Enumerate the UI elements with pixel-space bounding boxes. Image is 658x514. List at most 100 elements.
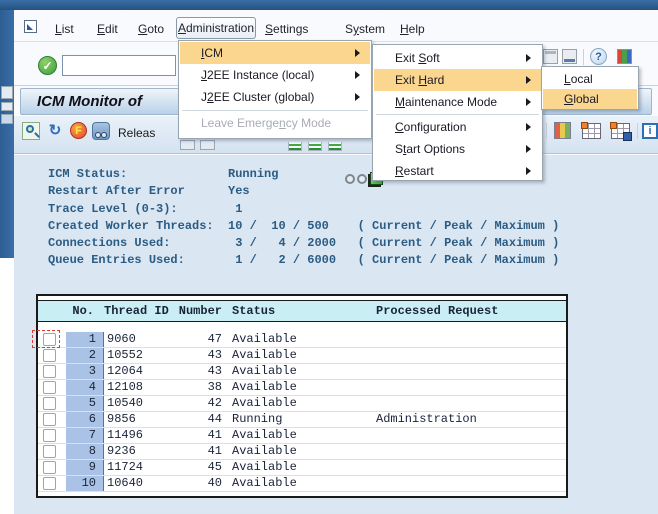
menu-item-j2ee-cluster-global[interactable]: J2EE Cluster (global) (180, 86, 370, 108)
clipped-sort-button[interactable] (288, 142, 302, 151)
choose-layout-icon[interactable] (554, 122, 571, 139)
row-checkbox[interactable] (43, 477, 56, 490)
cell-status: Available (222, 460, 376, 475)
table-row[interactable]: 8923641Available (38, 444, 566, 460)
magnifier-handle (34, 132, 40, 138)
status-line-connections: Connections Used: 3 / 4 / 2000 ( Current… (48, 235, 559, 252)
status-line-worker-threads: Created Worker Threads: 10 / 10 / 500 ( … (48, 218, 559, 235)
header-number[interactable]: Number (158, 304, 222, 318)
select-cell (38, 364, 66, 379)
cell-thread-id: 12064 (104, 364, 196, 379)
row-checkbox[interactable] (43, 445, 56, 458)
background-window-top-edge (0, 0, 658, 10)
cell-no: 10 (66, 476, 104, 491)
row-checkbox[interactable] (43, 397, 56, 410)
submenu-arrow-icon (526, 54, 531, 62)
cell-status: Running (222, 412, 376, 427)
table-row[interactable]: 101064040Available (38, 476, 566, 492)
cell-status: Available (222, 444, 376, 459)
cell-status: Available (222, 364, 376, 379)
cell-processed-request (376, 428, 566, 443)
table-row[interactable]: 91172445Available (38, 460, 566, 476)
table-row[interactable]: 71149641Available (38, 428, 566, 444)
table-row[interactable]: 6985644RunningAdministration (38, 412, 566, 428)
trace-f-icon[interactable] (70, 122, 87, 139)
cell-processed-request (376, 364, 566, 379)
cell-number: 40 (196, 476, 222, 491)
clipped-sort-button[interactable] (308, 142, 322, 151)
menu-item-local[interactable]: Local (543, 69, 637, 89)
new-session-icon[interactable] (543, 49, 558, 64)
select-cell (38, 348, 66, 363)
menubar-item-administration[interactable]: Administration (176, 17, 256, 39)
menubar-item-help[interactable]: Help (400, 22, 425, 36)
clipped-toolbar-button[interactable] (180, 140, 195, 150)
clipped-toolbar-button[interactable] (200, 140, 215, 150)
menu-item-exit-soft[interactable]: Exit Soft (374, 47, 541, 69)
table-row[interactable]: 41210838Available (38, 380, 566, 396)
change-layout-icon[interactable] (582, 123, 601, 139)
menu-item-global[interactable]: Global (543, 89, 637, 109)
submenu-arrow-icon (526, 145, 531, 153)
menubar-item-system[interactable]: System (345, 22, 385, 36)
menubar-item-goto[interactable]: Goto (138, 22, 164, 36)
menu-item-exit-hard[interactable]: Exit Hard (374, 69, 541, 91)
enter-check-button[interactable] (38, 56, 57, 75)
background-window-left-edge (0, 10, 14, 258)
header-status[interactable]: Status (232, 304, 275, 318)
save-layout-icon[interactable] (611, 123, 630, 139)
row-checkbox[interactable] (43, 429, 56, 442)
cell-thread-id: 9856 (104, 412, 196, 427)
cell-processed-request (376, 380, 566, 395)
command-field-input[interactable] (62, 55, 176, 76)
menu-item-leave-emergency-mode: Leave Emergency Mode (180, 112, 370, 134)
row-checkbox[interactable] (43, 381, 56, 394)
cell-number: 44 (196, 412, 222, 427)
clipped-sort-button[interactable] (328, 142, 342, 151)
menubar-item-settings[interactable]: Settings (265, 22, 308, 36)
shortcut-window-icon[interactable] (562, 49, 577, 64)
cell-thread-id: 11496 (104, 428, 196, 443)
menu-item-icm[interactable]: ICM (180, 42, 370, 64)
status-line-queue-entries: Queue Entries Used: 1 / 2 / 6000 ( Curre… (48, 252, 559, 269)
table-row[interactable]: 31206443Available (38, 364, 566, 380)
select-cell (38, 396, 66, 411)
menubar-item-edit[interactable]: Edit (97, 22, 118, 36)
layout-cell-glyph (610, 122, 617, 129)
cell-no: 6 (66, 412, 104, 427)
table-row[interactable]: 1906047Available (38, 332, 566, 348)
row-checkbox[interactable] (43, 461, 56, 474)
row-checkbox[interactable] (43, 365, 56, 378)
menu-item-configuration[interactable]: Configuration (374, 116, 541, 138)
cell-no: 8 (66, 444, 104, 459)
toolbar-divider (637, 123, 638, 139)
menu-item-start-options[interactable]: Start Options (374, 138, 541, 160)
status-line-restart-after-error: Restart After Error Yes (48, 183, 559, 200)
menu-item-j2ee-instance-local[interactable]: J2EE Instance (local) (180, 64, 370, 86)
menu-item-restart[interactable]: Restart (374, 160, 541, 182)
table-row[interactable]: 51054042Available (38, 396, 566, 412)
row-checkbox[interactable] (43, 413, 56, 426)
header-processed-request[interactable]: Processed Request (376, 304, 498, 318)
cell-thread-id: 10540 (104, 396, 196, 411)
submenu-arrow-icon (355, 71, 360, 79)
help-icon[interactable] (590, 48, 607, 65)
refresh-icon[interactable]: ↻ (46, 122, 64, 140)
table-header: No. Thread ID Number Status Processed Re… (38, 300, 566, 322)
cell-processed-request (376, 396, 566, 411)
release-notes-button[interactable]: Releas (118, 126, 155, 140)
page-title: ICM Monitor of (37, 89, 142, 114)
exit-hard-submenu: Local Global (541, 66, 639, 110)
menubar-item-list[interactable]: List (55, 22, 74, 36)
info-icon[interactable] (642, 123, 658, 139)
content-area: ICM Status: Running Restart After Error … (14, 155, 658, 514)
menu-item-maintenance-mode[interactable]: Maintenance Mode (374, 91, 541, 113)
monitor-search-icon[interactable] (92, 122, 110, 140)
refresh-display-icon[interactable] (22, 122, 40, 140)
header-no[interactable]: No. (38, 304, 94, 318)
cell-number: 43 (196, 348, 222, 363)
row-checkbox[interactable] (43, 349, 56, 362)
customize-layout-icon[interactable] (617, 49, 632, 64)
list-menu-icon[interactable] (24, 20, 37, 33)
table-row[interactable]: 21055243Available (38, 348, 566, 364)
